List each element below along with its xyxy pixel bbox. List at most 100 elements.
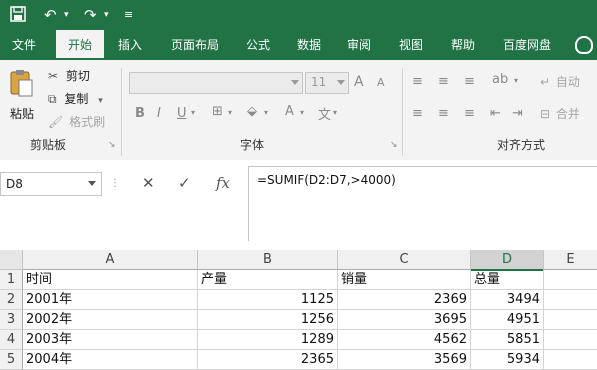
paste-button[interactable]: 粘贴 — [8, 68, 38, 124]
table-cell[interactable]: 产量 — [198, 270, 338, 290]
enter-icon[interactable]: ✓ — [178, 174, 191, 192]
borders-icon[interactable]: ⊞ — [212, 104, 223, 119]
tab-page-layout[interactable]: 页面布局 — [160, 30, 230, 60]
increase-indent-icon[interactable]: ⇥ — [512, 106, 523, 121]
table-cell[interactable]: 2365 — [198, 350, 338, 370]
font-color-dropdown-icon[interactable]: ▾ — [300, 108, 304, 117]
merge-center-button[interactable]: ⊟ 合并 — [540, 106, 580, 122]
table-cell[interactable]: 3494 — [471, 290, 544, 310]
table-cell[interactable]: 销量 — [338, 270, 471, 290]
table-cell[interactable] — [544, 270, 597, 290]
row-header[interactable]: 4 — [0, 330, 23, 350]
table-cell[interactable]: 时间 — [23, 270, 198, 290]
select-all-corner[interactable] — [0, 250, 23, 270]
bold-icon[interactable]: B — [135, 106, 145, 121]
lightbulb-icon[interactable] — [575, 36, 593, 54]
column-header-e[interactable]: E — [544, 250, 597, 270]
clipboard-launcher-icon[interactable]: ↘ — [108, 140, 116, 150]
fill-color-icon[interactable]: ⬙ — [247, 104, 257, 119]
row-header[interactable]: 2 — [0, 290, 23, 310]
table-cell[interactable] — [544, 350, 597, 370]
wrap-text-button[interactable]: ↵ 自动 — [540, 74, 580, 90]
underline-dropdown-icon[interactable]: ▾ — [191, 108, 195, 117]
align-right-icon[interactable]: ≡ — [464, 106, 475, 121]
tab-baidu-netdisk[interactable]: 百度网盘 — [494, 30, 560, 60]
font-color-icon[interactable]: A — [285, 104, 294, 119]
redo-icon[interactable]: ↷ — [84, 6, 97, 24]
align-top-icon[interactable]: ≡ — [412, 74, 423, 89]
undo-dropdown-icon[interactable]: ▾ — [64, 6, 69, 24]
formula-input[interactable]: =SUMIF(D2:D7,>4000) — [248, 166, 597, 241]
phonetic-dropdown-icon[interactable]: ▾ — [333, 108, 337, 117]
table-cell[interactable]: 1289 — [198, 330, 338, 350]
tab-data[interactable]: 数据 — [288, 30, 330, 60]
table-cell[interactable]: 1125 — [198, 290, 338, 310]
tab-formulas[interactable]: 公式 — [238, 30, 278, 60]
ribbon-tabs: 文件 开始 插入 页面布局 公式 数据 审阅 视图 帮助 百度网盘 — [0, 30, 597, 60]
tab-help[interactable]: 帮助 — [442, 30, 484, 60]
table-cell[interactable] — [544, 330, 597, 350]
align-bottom-icon[interactable]: ≡ — [464, 74, 475, 89]
row-header[interactable]: 1 — [0, 270, 23, 290]
tab-view[interactable]: 视图 — [390, 30, 432, 60]
table-cell[interactable]: 3569 — [338, 350, 471, 370]
table-cell[interactable]: 2002年 — [23, 310, 198, 330]
chevron-down-icon — [337, 80, 345, 85]
table-cell[interactable] — [544, 290, 597, 310]
copy-dropdown-icon[interactable]: ▾ — [98, 96, 103, 106]
insert-function-icon[interactable]: fx — [216, 174, 230, 192]
phonetic-icon[interactable]: 文 — [318, 104, 331, 123]
more-options-icon[interactable]: ⋮ — [110, 178, 120, 189]
increase-font-icon[interactable]: A — [354, 74, 364, 90]
align-middle-icon[interactable]: ≡ — [438, 74, 449, 89]
cancel-icon[interactable]: ✕ — [142, 174, 155, 192]
table-cell[interactable]: 2004年 — [23, 350, 198, 370]
table-cell[interactable]: 3695 — [338, 310, 471, 330]
underline-icon[interactable]: U — [177, 106, 187, 121]
redo-dropdown-icon[interactable]: ▾ — [104, 6, 109, 24]
fill-dropdown-icon[interactable]: ▾ — [264, 108, 268, 117]
column-header-d[interactable]: D — [471, 250, 544, 271]
decrease-indent-icon[interactable]: ⇤ — [490, 106, 501, 121]
column-header-c[interactable]: C — [338, 250, 471, 270]
table-cell[interactable]: 总量 — [471, 270, 544, 290]
borders-dropdown-icon[interactable]: ▾ — [228, 108, 232, 117]
table-cell[interactable]: 2003年 — [23, 330, 198, 350]
column-header-a[interactable]: A — [23, 250, 198, 270]
table-cell[interactable]: 5851 — [471, 330, 544, 350]
decrease-font-icon[interactable]: A — [377, 76, 385, 89]
table-cell[interactable]: 2369 — [338, 290, 471, 310]
table-cell[interactable] — [544, 310, 597, 330]
wrap-text-label: 自动 — [555, 75, 580, 89]
italic-icon[interactable]: I — [157, 106, 161, 121]
save-icon[interactable] — [10, 6, 26, 26]
column-header-b[interactable]: B — [198, 250, 338, 270]
table-cell[interactable]: 1256 — [198, 310, 338, 330]
table-cell[interactable]: 4562 — [338, 330, 471, 350]
tab-file[interactable]: 文件 — [0, 30, 48, 60]
orientation-dropdown-icon[interactable]: ▾ — [514, 76, 518, 85]
copy-button[interactable]: ⧉ 复制 ▾ — [48, 91, 103, 109]
table-cell[interactable]: 2001年 — [23, 290, 198, 310]
font-name-select[interactable] — [129, 72, 303, 94]
font-launcher-icon[interactable]: ↘ — [390, 140, 398, 150]
clipboard-group-label: 剪贴板 — [30, 138, 67, 152]
tab-review[interactable]: 审阅 — [338, 30, 380, 60]
orientation-icon[interactable]: ab — [492, 72, 508, 87]
table-cell[interactable]: 5934 — [471, 350, 544, 370]
format-painter-button[interactable]: 🖌 格式刷 — [48, 114, 105, 130]
row-header[interactable]: 5 — [0, 350, 23, 370]
tab-insert[interactable]: 插入 — [108, 30, 152, 60]
row-header[interactable]: 3 — [0, 310, 23, 330]
tab-home[interactable]: 开始 — [56, 30, 104, 60]
align-center-icon[interactable]: ≡ — [438, 106, 449, 121]
align-left-icon[interactable]: ≡ — [412, 106, 423, 121]
table-cell[interactable]: 4951 — [471, 310, 544, 330]
paste-icon — [10, 70, 33, 97]
font-size-select[interactable]: 11 — [305, 72, 349, 94]
wrap-text-icon: ↵ — [540, 75, 551, 89]
name-box[interactable]: D8 — [0, 172, 102, 196]
cut-button[interactable]: ✂ 剪切 — [48, 68, 90, 84]
customize-toolbar-icon[interactable]: ≡ — [124, 6, 133, 24]
undo-icon[interactable]: ↶ — [44, 6, 57, 24]
